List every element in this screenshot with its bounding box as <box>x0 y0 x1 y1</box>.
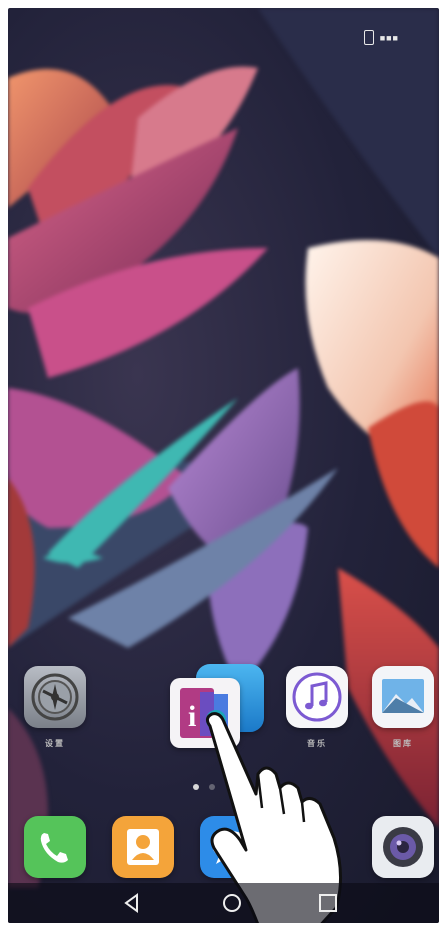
phone-app[interactable] <box>24 816 86 878</box>
settings-app[interactable] <box>24 666 86 728</box>
camera-icon <box>383 827 423 867</box>
contact-icon <box>127 829 159 865</box>
home-icon[interactable] <box>220 891 244 915</box>
status-bar: ■■■ <box>363 30 399 45</box>
settings-label: 设置 <box>45 739 65 748</box>
battery-icon <box>363 30 374 45</box>
phone-screen: ■■■ 设置 i 音乐 图库 <box>8 8 439 923</box>
contacts-app[interactable] <box>112 816 174 878</box>
recents-icon[interactable] <box>316 891 340 915</box>
photo-icon <box>382 679 424 713</box>
gallery-app[interactable] <box>372 666 434 728</box>
camera-app[interactable] <box>372 816 434 878</box>
back-icon[interactable] <box>120 891 144 915</box>
phone-icon <box>40 833 68 863</box>
status-text: ■■■ <box>379 32 399 43</box>
gear-icon <box>31 673 79 721</box>
gallery-label: 图库 <box>393 739 413 748</box>
navigation-bar <box>8 883 439 923</box>
